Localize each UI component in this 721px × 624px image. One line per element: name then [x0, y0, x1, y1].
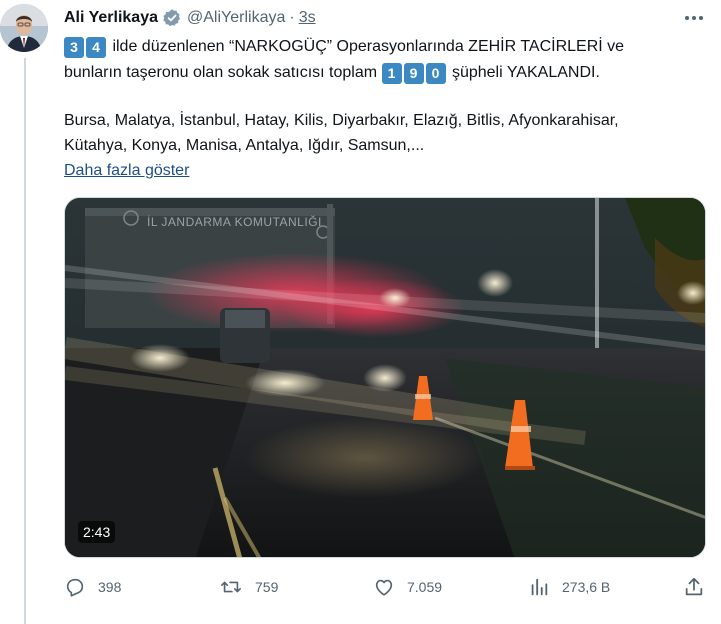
share-icon	[683, 576, 705, 598]
reply-count: 398	[98, 579, 122, 595]
author-handle[interactable]: @AliYerlikaya	[187, 9, 285, 27]
verified-badge-icon[interactable]	[162, 8, 182, 28]
tweet-text-line-4: Kütahya, Konya, Manisa, Antalya, Iğdır, …	[64, 137, 425, 154]
thread-line	[24, 58, 26, 624]
like-button[interactable]: 7.059	[373, 573, 442, 601]
header-separator: ·	[289, 9, 295, 26]
like-count: 7.059	[407, 579, 443, 595]
keycap-digit: 3	[64, 37, 84, 58]
avatar[interactable]	[0, 4, 48, 52]
tweet-text-segment: şüpheli YAKALANDI.	[447, 64, 600, 81]
share-button[interactable]	[683, 573, 705, 601]
reply-button[interactable]: 398	[64, 573, 121, 601]
tweet-header: Ali Yerlikaya @AliYerlikaya · 3s	[64, 7, 316, 29]
keycap-digit: 0	[425, 63, 446, 84]
author-name[interactable]: Ali Yerlikaya	[64, 9, 158, 27]
keycap-digit: 1	[381, 63, 402, 84]
tweet-timestamp[interactable]: 3s	[299, 9, 316, 27]
retweet-button[interactable]: 759	[219, 573, 278, 601]
retweet-count: 759	[255, 579, 279, 595]
building-sign: İL JANDARMA KOMUTANLIĞI	[147, 214, 322, 229]
views-icon	[528, 576, 550, 598]
tweet-text-segment: ilde düzenlenen “NARKOGÜÇ” Operasyonları…	[108, 38, 625, 55]
like-icon	[373, 576, 395, 598]
show-more-link[interactable]: Daha fazla göster	[64, 158, 189, 184]
views-count: 273,6 B	[562, 579, 611, 595]
views-button[interactable]: 273,6 B	[528, 573, 610, 601]
tweet-text-line-1: 34 ilde düzenlenen “NARKOGÜÇ” Operasyonl…	[64, 34, 624, 60]
video-duration-badge: 2:43	[78, 521, 116, 543]
retweet-icon	[219, 576, 243, 598]
video-player[interactable]: İL JANDARMA KOMUTANLIĞI	[64, 197, 706, 558]
tweet-text-line-2: bunların taşeronu olan sokak satıcısı to…	[64, 60, 600, 86]
reply-icon	[64, 576, 86, 598]
more-icon[interactable]	[680, 6, 708, 30]
keycap-digit: 4	[86, 37, 106, 58]
tweet-text-segment: bunların taşeronu olan sokak satıcısı to…	[64, 64, 382, 81]
keycap-digit: 9	[403, 63, 424, 84]
tweet-text-line-3: Bursa, Malatya, İstanbul, Hatay, Kilis, …	[64, 112, 619, 129]
